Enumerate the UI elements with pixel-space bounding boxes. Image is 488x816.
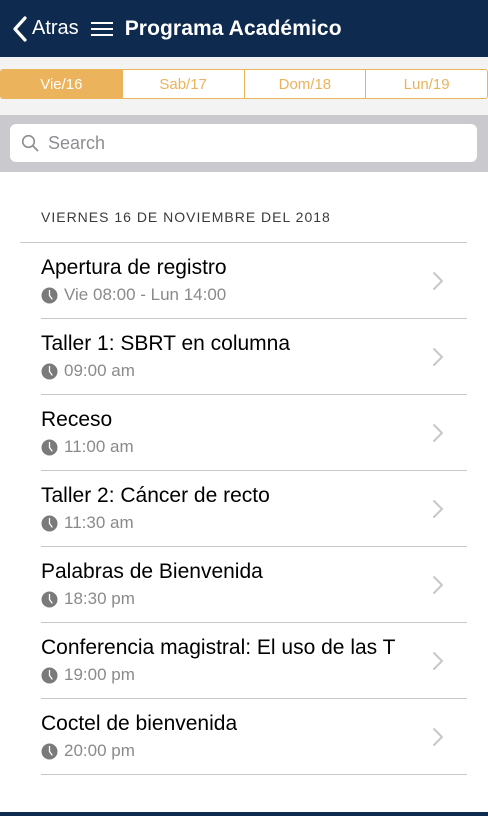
event-title: Receso (41, 408, 113, 431)
event-time: 11:00 am (64, 437, 134, 456)
event-time-row: 09:00 am (41, 361, 135, 381)
day-tabs: Vie/16 Sab/17 Dom/18 Lun/19 (0, 69, 488, 99)
event-time-row: 20:00 pm (41, 741, 135, 761)
event-row-apertura-de-registro[interactable]: Apertura de registro Vie 08:00 - Lun 14:… (0, 243, 488, 319)
section-header: VIERNES 16 DE NOVIEMBRE DEL 2018 (41, 209, 331, 225)
clock-icon (41, 743, 58, 759)
event-row-taller-1[interactable]: Taller 1: SBRT en columna 09:00 am (0, 319, 488, 395)
chevron-right-icon (433, 424, 443, 442)
bottom-bar (0, 812, 488, 816)
event-time-row: Vie 08:00 - Lun 14:00 (41, 285, 226, 305)
event-time-row: 11:30 am (41, 513, 134, 533)
hamburger-menu-icon[interactable] (90, 21, 113, 37)
tab-vie-16[interactable]: Vie/16 (1, 70, 122, 98)
page-title: Programa Académico (124, 16, 342, 40)
clock-icon (41, 439, 58, 455)
event-row-coctel-de-bienvenida[interactable]: Coctel de bienvenida 20:00 pm (0, 699, 488, 775)
back-button[interactable]: Atras (10, 15, 79, 43)
search-icon (21, 134, 39, 152)
event-time: Vie 08:00 - Lun 14:00 (64, 285, 227, 304)
event-row-taller-2[interactable]: Taller 2: Cáncer de recto 11:30 am (0, 471, 488, 547)
event-title: Taller 2: Cáncer de recto (41, 484, 270, 507)
event-time: 18:30 pm (64, 589, 135, 608)
event-time: 20:00 pm (64, 741, 135, 760)
tab-sab-17[interactable]: Sab/17 (121, 70, 244, 98)
chevron-right-icon (433, 500, 443, 518)
chevron-right-icon (433, 652, 443, 670)
event-time: 19:00 pm (64, 665, 135, 684)
event-title: Palabras de Bienvenida (41, 560, 263, 583)
clock-icon (41, 515, 58, 531)
event-list: Apertura de registro Vie 08:00 - Lun 14:… (0, 243, 488, 775)
clock-icon (41, 363, 58, 379)
tab-lun-19[interactable]: Lun/19 (365, 70, 487, 98)
event-time-row: 11:00 am (41, 437, 134, 457)
chevron-right-icon (433, 728, 443, 746)
search-input[interactable] (48, 132, 448, 154)
nav-bar: Atras Programa Académico (0, 0, 488, 57)
event-time: 11:30 am (64, 513, 134, 532)
chevron-right-icon (433, 272, 443, 290)
tab-dom-18[interactable]: Dom/18 (243, 70, 366, 98)
event-title: Apertura de registro (41, 256, 227, 279)
clock-icon (41, 667, 58, 683)
chevron-right-icon (433, 348, 443, 366)
event-title: Conferencia magistral: El uso de las T (41, 636, 396, 659)
event-row-conferencia-magistral[interactable]: Conferencia magistral: El uso de las T 1… (0, 623, 488, 699)
day-tabs-bar: Vie/16 Sab/17 Dom/18 Lun/19 (0, 57, 488, 115)
chevron-right-icon (433, 576, 443, 594)
event-time: 09:00 am (64, 361, 135, 380)
event-row-receso[interactable]: Receso 11:00 am (0, 395, 488, 471)
event-time-row: 19:00 pm (41, 665, 135, 685)
event-time-row: 18:30 pm (41, 589, 135, 609)
back-label: Atras (32, 17, 79, 39)
clock-icon (41, 591, 58, 607)
chevron-left-icon (13, 15, 27, 42)
event-title: Taller 1: SBRT en columna (41, 332, 291, 355)
search-box[interactable] (10, 124, 477, 162)
search-bar (0, 115, 488, 172)
event-title: Coctel de bienvenida (41, 712, 238, 735)
clock-icon (41, 287, 58, 303)
event-row-palabras-de-bienvenida[interactable]: Palabras de Bienvenida 18:30 pm (0, 547, 488, 623)
